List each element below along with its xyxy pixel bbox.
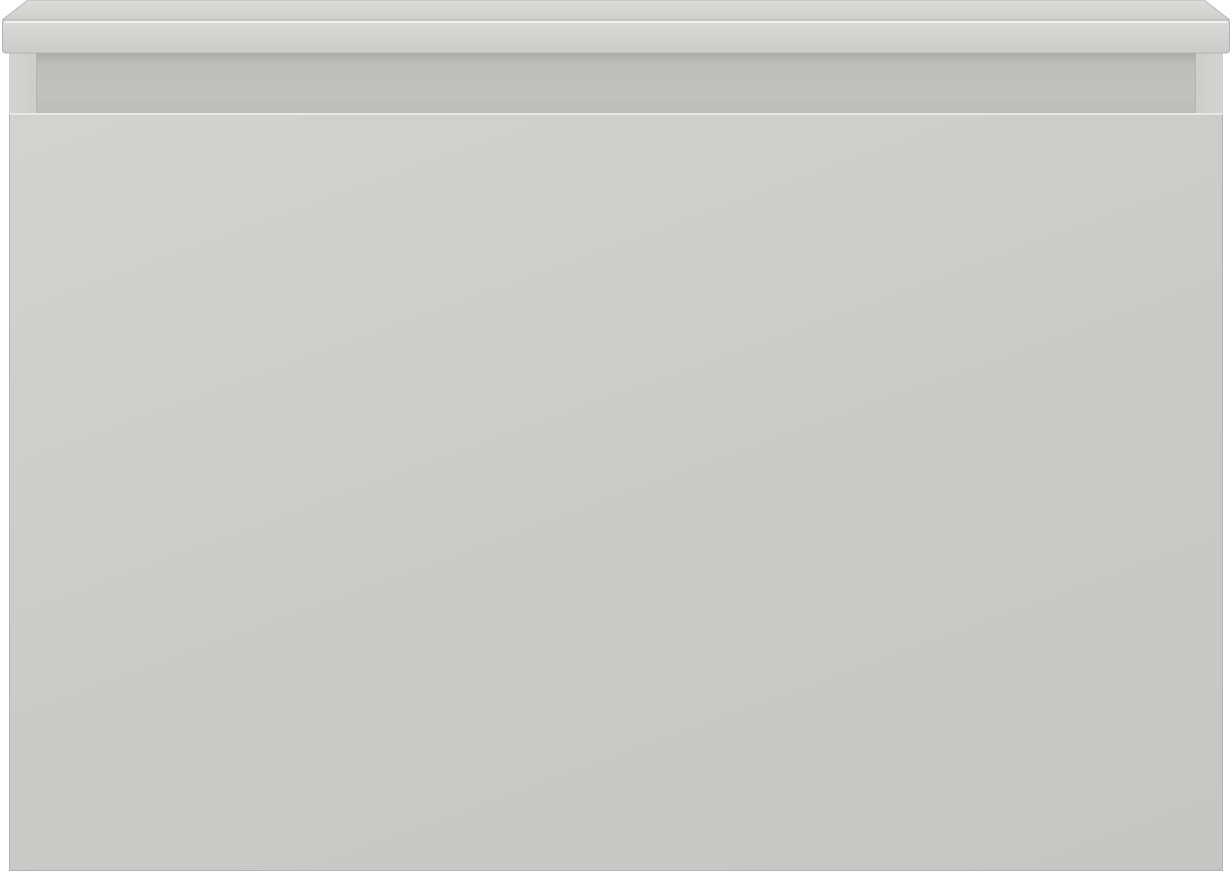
countertop-shape — [2, 0, 1230, 54]
countertop — [2, 0, 1230, 54]
handle-recess — [37, 53, 1195, 115]
drawer-front[interactable] — [9, 114, 1223, 871]
cabinet-side-left — [9, 53, 37, 115]
vanity-cabinet-scene — [0, 0, 1232, 872]
cabinet-side-right — [1195, 53, 1223, 115]
